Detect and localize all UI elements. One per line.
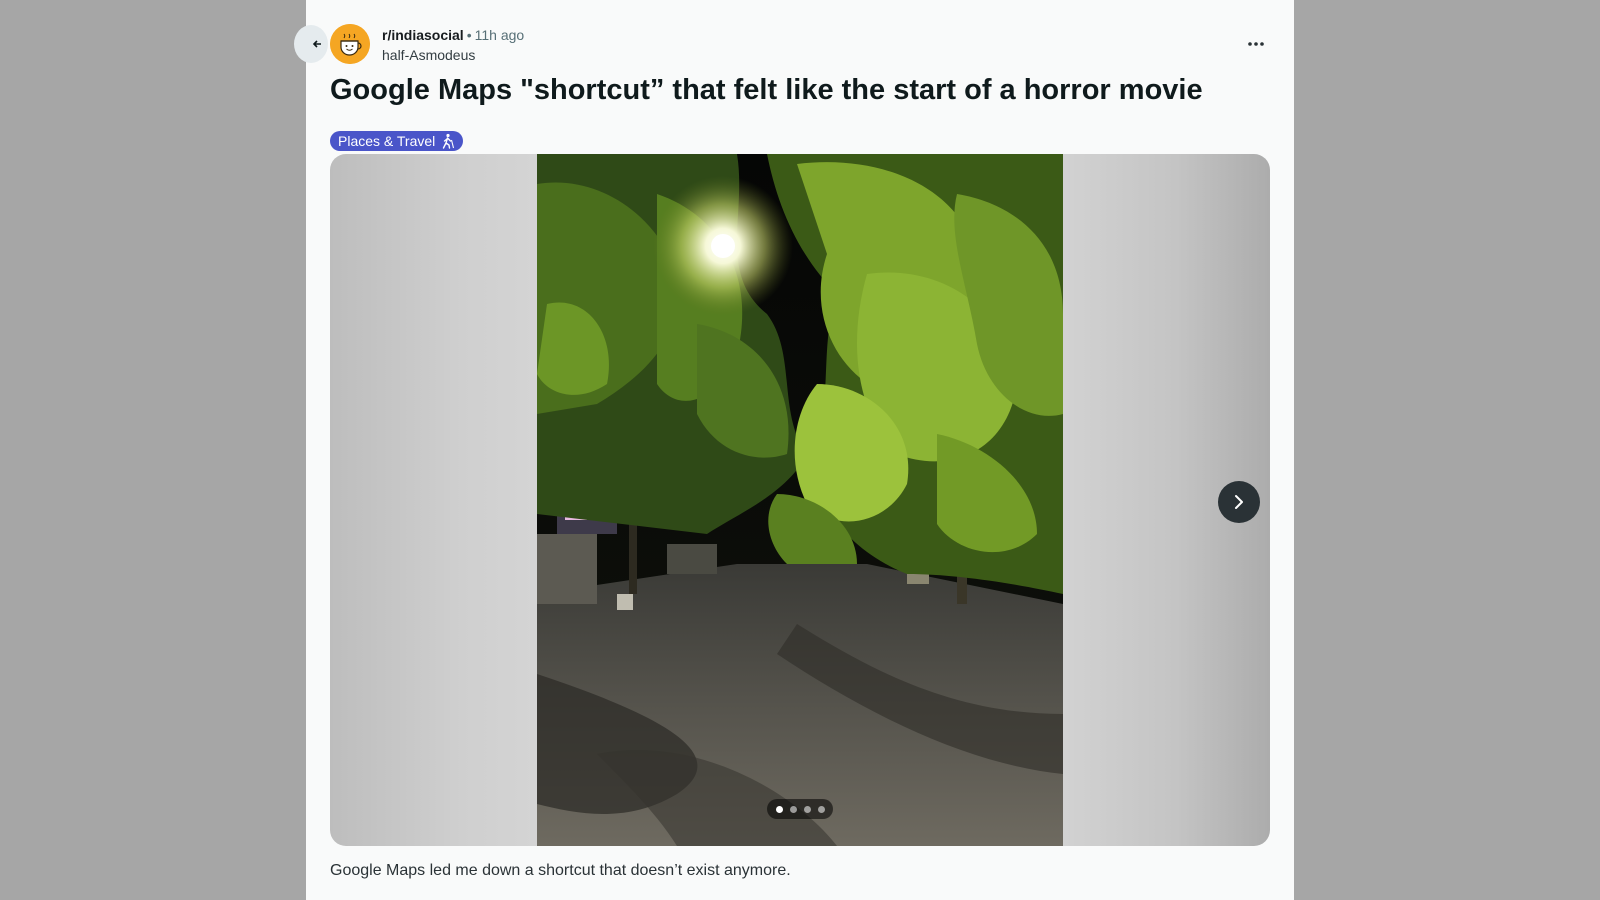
gallery-pagination — [767, 799, 833, 819]
arrow-left-icon — [312, 40, 321, 48]
subreddit-avatar[interactable] — [330, 24, 370, 64]
night-road-photo — [537, 154, 1063, 846]
pagination-dot[interactable] — [789, 805, 797, 813]
subreddit-link[interactable]: r/indiasocial — [382, 27, 464, 43]
post-title[interactable]: Google Maps "shortcut” that felt like th… — [330, 70, 1203, 110]
chevron-right-icon — [1235, 495, 1243, 509]
post-flair[interactable]: Places & Travel — [330, 131, 464, 151]
gallery-image[interactable] — [537, 154, 1063, 846]
next-image-button[interactable] — [1218, 481, 1260, 523]
meta-separator: • — [466, 27, 472, 43]
post-time: 11h ago — [474, 27, 525, 43]
flair-label: Places & Travel — [338, 133, 436, 149]
pagination-dot[interactable] — [817, 805, 825, 813]
post-body-text: Google Maps led me down a shortcut that … — [330, 862, 791, 879]
more-horizontal-icon — [1248, 42, 1264, 46]
author-link[interactable]: half-Asmodeus — [382, 45, 524, 65]
chai-cup-icon — [330, 24, 370, 64]
back-button[interactable] — [294, 25, 328, 63]
post-card: r/indiasocial • 11h ago half-Asmodeus Goog… — [294, 0, 1294, 900]
pagination-dot[interactable] — [775, 805, 783, 813]
post-meta: r/indiasocial • 11h ago half-Asmodeus — [382, 25, 524, 65]
more-options-button[interactable] — [1240, 32, 1272, 56]
pagination-dot[interactable] — [803, 805, 811, 813]
image-gallery[interactable] — [330, 154, 1270, 846]
walking-person-icon — [443, 133, 455, 149]
